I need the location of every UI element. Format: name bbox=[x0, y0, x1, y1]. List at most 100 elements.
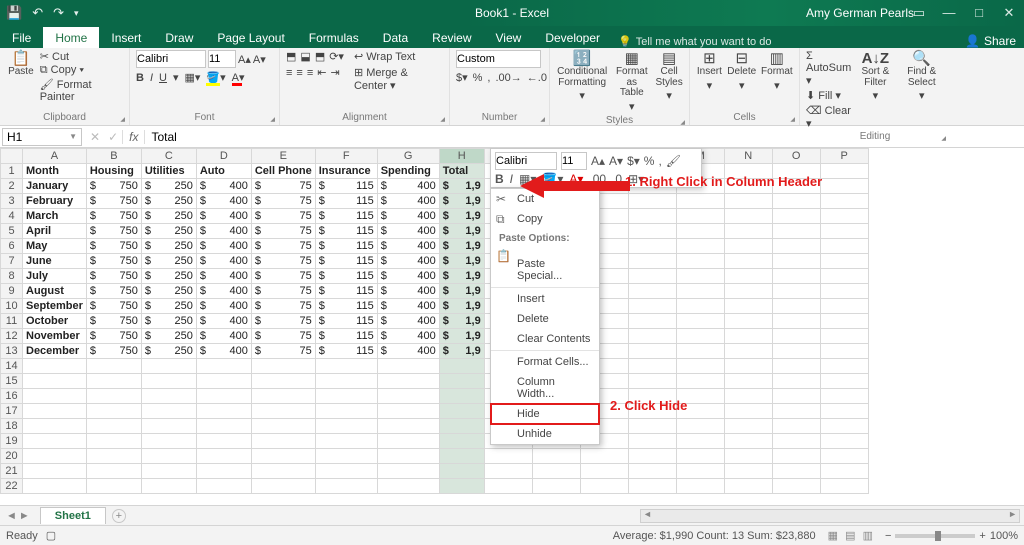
cell[interactable] bbox=[23, 419, 87, 434]
cell[interactable]: $ 400 bbox=[196, 314, 251, 329]
decrease-decimal-icon[interactable]: ←.0 bbox=[527, 72, 547, 84]
cell[interactable]: $ 750 bbox=[86, 329, 141, 344]
cell[interactable] bbox=[820, 389, 868, 404]
cell[interactable] bbox=[86, 419, 141, 434]
cell[interactable] bbox=[676, 374, 724, 389]
cell[interactable] bbox=[676, 449, 724, 464]
cell[interactable] bbox=[196, 449, 251, 464]
cell[interactable] bbox=[820, 269, 868, 284]
row-header-14[interactable]: 14 bbox=[1, 359, 23, 374]
cell[interactable] bbox=[820, 194, 868, 209]
redo-icon[interactable]: ↷ bbox=[53, 5, 64, 21]
decrease-font-icon[interactable]: A▾ bbox=[253, 53, 266, 66]
cell-styles-button[interactable]: ▤Cell Styles▾ bbox=[655, 50, 683, 103]
cell[interactable] bbox=[724, 434, 772, 449]
context-hide[interactable]: Hide bbox=[491, 404, 599, 424]
month-cell[interactable]: July bbox=[23, 269, 87, 284]
cell[interactable]: $ 750 bbox=[86, 209, 141, 224]
cell[interactable]: $ 250 bbox=[141, 284, 196, 299]
tab-home[interactable]: Home bbox=[43, 27, 99, 48]
cell[interactable] bbox=[251, 389, 315, 404]
cell[interactable]: $ 75 bbox=[251, 269, 315, 284]
month-cell[interactable]: April bbox=[23, 224, 87, 239]
cell[interactable]: $ 115 bbox=[315, 194, 377, 209]
cell[interactable] bbox=[628, 449, 676, 464]
cell[interactable]: $ 250 bbox=[141, 344, 196, 359]
cell[interactable] bbox=[196, 374, 251, 389]
cell[interactable] bbox=[772, 269, 820, 284]
cell[interactable] bbox=[676, 254, 724, 269]
qat-customize-icon[interactable]: ▾ bbox=[74, 8, 79, 19]
cell[interactable] bbox=[86, 404, 141, 419]
cell[interactable]: $ 115 bbox=[315, 269, 377, 284]
cell[interactable] bbox=[820, 464, 868, 479]
cell[interactable] bbox=[196, 434, 251, 449]
align-middle-icon[interactable]: ⬓ bbox=[300, 50, 310, 63]
cell[interactable] bbox=[724, 344, 772, 359]
fill-button[interactable]: ⬇ Fill ▾ bbox=[806, 89, 851, 102]
cell[interactable] bbox=[23, 434, 87, 449]
autosum-button[interactable]: Σ AutoSum ▾ bbox=[806, 50, 851, 87]
cell[interactable] bbox=[315, 419, 377, 434]
cell[interactable] bbox=[628, 464, 676, 479]
cell[interactable]: $ 75 bbox=[251, 209, 315, 224]
cell[interactable] bbox=[724, 314, 772, 329]
total-cell[interactable]: $ 1,9 bbox=[439, 179, 484, 194]
cell[interactable] bbox=[196, 404, 251, 419]
cell[interactable]: $ 250 bbox=[141, 329, 196, 344]
cell[interactable]: $ 115 bbox=[315, 254, 377, 269]
cell[interactable]: $ 400 bbox=[196, 284, 251, 299]
mini-comma-icon[interactable]: , bbox=[658, 154, 661, 168]
comma-button[interactable]: , bbox=[487, 72, 490, 84]
cell[interactable]: $ 75 bbox=[251, 284, 315, 299]
cell[interactable]: $ 75 bbox=[251, 224, 315, 239]
cell[interactable] bbox=[724, 449, 772, 464]
cell[interactable] bbox=[141, 419, 196, 434]
tab-pagelayout[interactable]: Page Layout bbox=[205, 27, 296, 48]
cell[interactable] bbox=[628, 239, 676, 254]
font-name-select[interactable] bbox=[136, 50, 206, 68]
cell[interactable] bbox=[251, 374, 315, 389]
total-cell[interactable]: $ 1,9 bbox=[439, 329, 484, 344]
cell[interactable] bbox=[724, 464, 772, 479]
cell[interactable] bbox=[377, 449, 439, 464]
cell[interactable] bbox=[251, 449, 315, 464]
cell[interactable] bbox=[315, 389, 377, 404]
cell[interactable]: $ 400 bbox=[377, 224, 439, 239]
context-insert[interactable]: Insert bbox=[491, 289, 599, 309]
cell[interactable] bbox=[251, 464, 315, 479]
header-cell[interactable]: Utilities bbox=[141, 164, 196, 179]
cell[interactable] bbox=[196, 464, 251, 479]
cell[interactable]: $ 75 bbox=[251, 299, 315, 314]
cell[interactable] bbox=[628, 224, 676, 239]
cell[interactable] bbox=[772, 464, 820, 479]
cell[interactable] bbox=[23, 464, 87, 479]
cell[interactable]: $ 250 bbox=[141, 269, 196, 284]
cell[interactable] bbox=[439, 404, 484, 419]
cell[interactable]: $ 400 bbox=[377, 179, 439, 194]
save-icon[interactable]: 💾 bbox=[6, 5, 22, 21]
view-pagebreak-icon[interactable]: ▥ bbox=[863, 530, 873, 542]
cell[interactable] bbox=[772, 239, 820, 254]
cell[interactable] bbox=[86, 464, 141, 479]
cell[interactable] bbox=[141, 479, 196, 494]
font-color-button[interactable]: A▾ bbox=[232, 71, 245, 84]
cell[interactable] bbox=[772, 299, 820, 314]
cell[interactable] bbox=[196, 419, 251, 434]
row-header-1[interactable]: 1 bbox=[1, 164, 23, 179]
cell[interactable] bbox=[772, 194, 820, 209]
row-header-13[interactable]: 13 bbox=[1, 344, 23, 359]
row-header-10[interactable]: 10 bbox=[1, 299, 23, 314]
row-header-5[interactable]: 5 bbox=[1, 224, 23, 239]
cell[interactable] bbox=[315, 449, 377, 464]
view-normal-icon[interactable]: ▦ bbox=[828, 530, 838, 542]
cell[interactable] bbox=[820, 239, 868, 254]
cell[interactable] bbox=[724, 194, 772, 209]
row-header-8[interactable]: 8 bbox=[1, 269, 23, 284]
context-column-width[interactable]: Column Width... bbox=[491, 372, 599, 404]
cell[interactable] bbox=[676, 239, 724, 254]
row-header-12[interactable]: 12 bbox=[1, 329, 23, 344]
cell[interactable] bbox=[484, 479, 532, 494]
tab-formulas[interactable]: Formulas bbox=[297, 27, 371, 48]
row-header-4[interactable]: 4 bbox=[1, 209, 23, 224]
